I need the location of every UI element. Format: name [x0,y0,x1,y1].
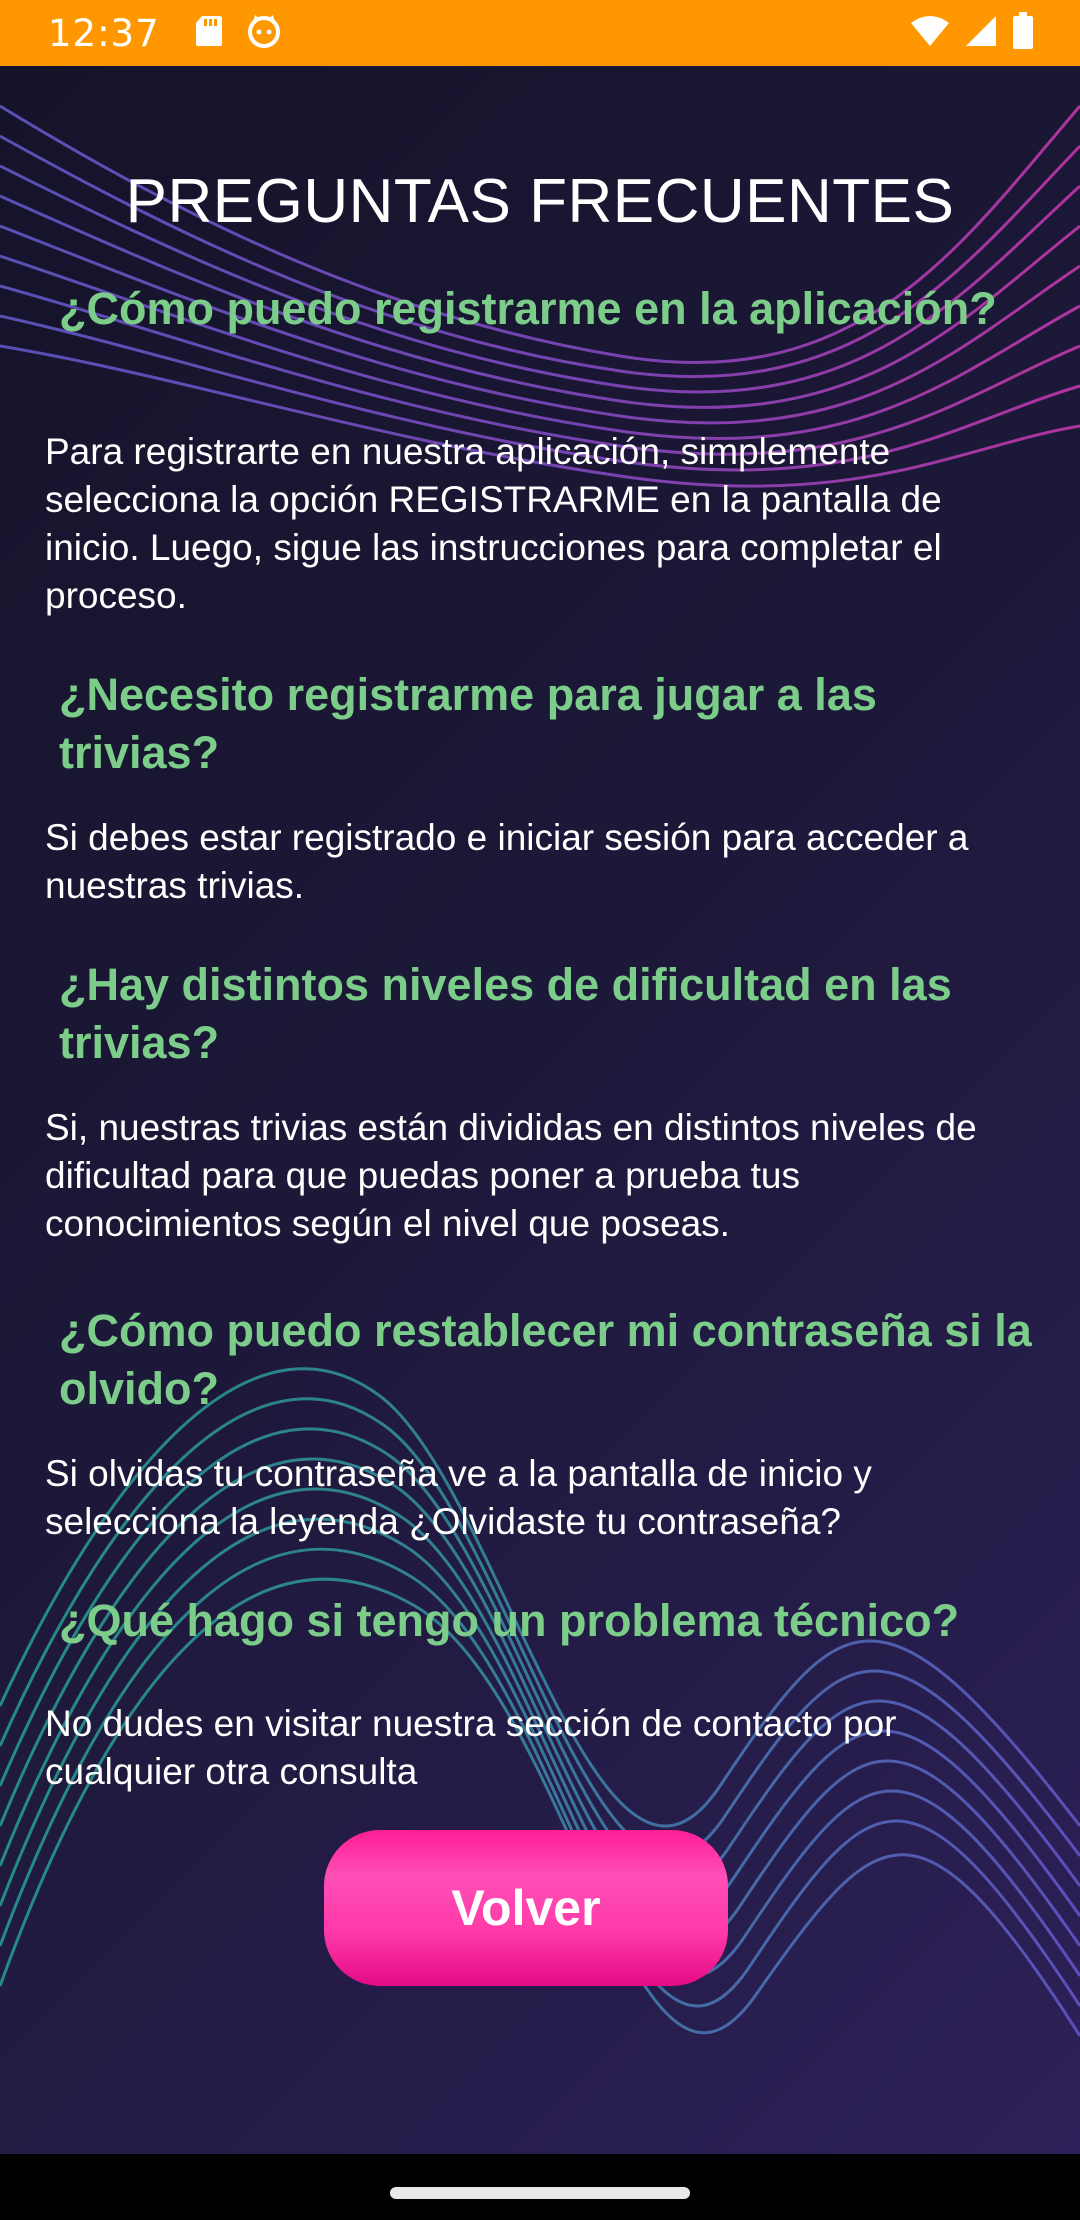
cat-icon [246,13,282,54]
status-time: 12:37 [48,11,160,55]
faq-question-5: ¿Qué hago si tengo un problema técnico? [59,1595,960,1646]
sd-card-icon [194,14,224,53]
signal-icon [964,14,998,53]
faq-answer-3: Si, nuestras trivias están divididas en … [45,1107,977,1244]
status-left-icons [194,13,282,54]
back-button[interactable]: Volver [324,1830,728,1986]
battery-icon [1012,11,1034,55]
faq-screen[interactable]: PREGUNTAS FRECUENTES ¿Cómo puedo registr… [0,66,1080,2154]
faq-answer-4: Si olvidas tu contraseña ve a la pantall… [45,1453,872,1542]
home-gesture-handle[interactable] [390,2187,690,2199]
faq-answer-2: Si debes estar registrado e iniciar sesi… [45,817,969,906]
faq-question-4: ¿Cómo puedo restablecer mi contraseña si… [59,1305,1032,1414]
faq-question-3: ¿Hay distintos niveles de dificultad en … [59,959,952,1068]
status-right-icons [910,11,1034,55]
faq-answer-5: No dudes en visitar nuestra sección de c… [45,1703,897,1792]
page-title: PREGUNTAS FRECUENTES [125,167,955,236]
wifi-icon [910,15,950,52]
faq-answer-1: Para registrarte en nuestra aplicación, … [45,431,942,616]
faq-question-1: ¿Cómo puedo registrarme en la aplicación… [59,283,997,334]
faq-question-2: ¿Necesito registrarme para jugar a las t… [59,669,877,778]
status-bar: 12:37 [0,0,1080,66]
